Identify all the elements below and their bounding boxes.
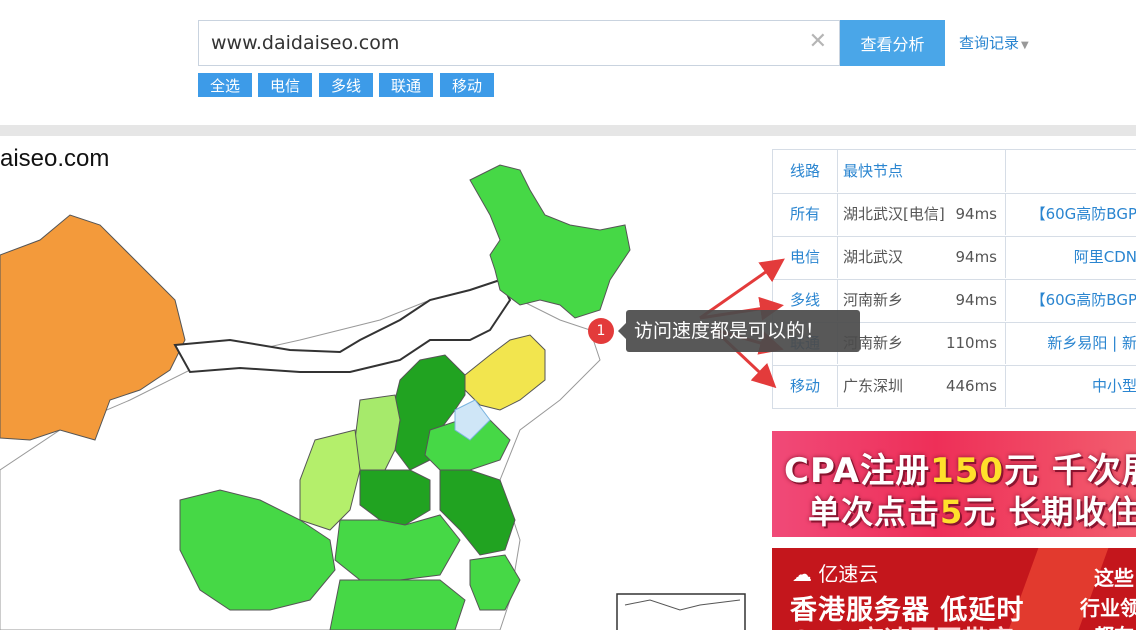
china-speed-map bbox=[0, 164, 746, 630]
row-node: 湖北武汉 bbox=[843, 248, 904, 266]
chevron-down-icon: ▼ bbox=[1021, 40, 1029, 51]
header-line: 线路 bbox=[773, 150, 838, 192]
yisu-side-text: 行业领 bbox=[1080, 596, 1136, 620]
row-latency: 110ms bbox=[945, 334, 997, 352]
yisu-headline-2: CN2 高速回国带宽 bbox=[790, 620, 1014, 630]
cpa-ad-text: 元 长期收住 bbox=[963, 493, 1136, 531]
row-line-label[interactable]: 移动 bbox=[773, 365, 838, 407]
row-ad-link[interactable]: 【60G高防BGP bbox=[1011, 193, 1136, 235]
column-divider bbox=[1005, 193, 1006, 235]
column-divider bbox=[1005, 365, 1006, 407]
row-line-label[interactable]: 所有 bbox=[773, 193, 838, 235]
cpa-ad-text: 单次点击 bbox=[808, 493, 941, 531]
table-header-row: 线路 最快节点 bbox=[773, 150, 1136, 194]
map-inset-frame bbox=[616, 593, 746, 630]
header-fastest: 最快节点 bbox=[843, 162, 904, 180]
cpa-ad-banner[interactable]: CPA注册150元 千次展 单次点击5元 长期收住 bbox=[772, 431, 1136, 537]
cloud-logo-icon: ☁ bbox=[792, 562, 812, 586]
yisu-brand: ☁ 亿速云 bbox=[792, 558, 878, 587]
row-latency: 94ms bbox=[955, 291, 997, 309]
row-latency: 446ms bbox=[945, 377, 997, 395]
cpa-ad-text: 元 千次展 bbox=[1004, 451, 1136, 491]
history-dropdown[interactable]: 查询记录 ▼ bbox=[959, 32, 1029, 53]
column-divider bbox=[1005, 322, 1006, 364]
yisu-side-text: 这些 bbox=[1094, 566, 1134, 590]
filter-unicom-button[interactable]: 联通 bbox=[379, 73, 433, 97]
annotation-tooltip: 访问速度都是可以的！ bbox=[618, 310, 860, 352]
row-latency: 94ms bbox=[955, 248, 997, 266]
yisu-ad-banner[interactable]: ☁ 亿速云 香港服务器 低延时 CN2 高速回国带宽 这些 行业领 都在 bbox=[772, 548, 1136, 630]
row-node: 湖北武汉[电信] bbox=[843, 205, 945, 223]
filter-telecom-button[interactable]: 电信 bbox=[258, 73, 312, 97]
row-ad-link[interactable]: 【60G高防BGP bbox=[1011, 279, 1136, 321]
cpa-ad-number: 150 bbox=[930, 451, 1005, 491]
map-region-hubei bbox=[334, 514, 461, 581]
column-divider bbox=[1005, 236, 1006, 278]
search-input[interactable] bbox=[199, 21, 799, 65]
analyze-button[interactable]: 查看分析 bbox=[840, 20, 945, 66]
row-latency: 94ms bbox=[955, 205, 997, 223]
history-label: 查询记录 bbox=[959, 34, 1020, 52]
cpa-ad-text: CPA注册 bbox=[784, 451, 931, 491]
filter-multiline-button[interactable]: 多线 bbox=[319, 73, 373, 97]
annotation-badge: 1 bbox=[588, 318, 614, 344]
cpa-ad-number: 5 bbox=[940, 493, 964, 531]
map-region-hunan bbox=[329, 579, 466, 630]
map-title: aiseo.com bbox=[0, 145, 110, 172]
table-row: 移动 广东深圳 446ms 中小型 bbox=[773, 365, 1136, 409]
table-row: 所有 湖北武汉[电信] 94ms 【60G高防BGP bbox=[773, 193, 1136, 237]
section-divider bbox=[0, 125, 1136, 136]
column-divider bbox=[1005, 279, 1006, 321]
yisu-brand-text: 亿速云 bbox=[818, 562, 879, 586]
filter-all-button[interactable]: 全选 bbox=[198, 73, 252, 97]
yisu-side-text: 都在 bbox=[1094, 620, 1134, 630]
row-node: 广东深圳 bbox=[843, 377, 904, 395]
filter-mobile-button[interactable]: 移动 bbox=[440, 73, 494, 97]
result-table: 线路 最快节点 所有 湖北武汉[电信] 94ms 【60G高防BGP 电信 湖北… bbox=[772, 149, 1136, 409]
table-row: 电信 湖北武汉 94ms 阿里CDN bbox=[773, 236, 1136, 280]
close-icon[interactable]: ✕ bbox=[809, 29, 827, 55]
cpa-ad-line1: CPA注册150元 千次展 bbox=[784, 443, 1136, 492]
row-ad-link[interactable]: 新乡易阳 | 新 bbox=[1011, 322, 1136, 364]
column-divider bbox=[1005, 150, 1006, 192]
cpa-ad-line2: 单次点击5元 长期收住 bbox=[808, 487, 1136, 533]
search-box: ✕ bbox=[198, 20, 840, 66]
row-ad-link[interactable]: 中小型 bbox=[1011, 365, 1136, 407]
row-ad-link[interactable]: 阿里CDN bbox=[1011, 236, 1136, 278]
row-line-label[interactable]: 电信 bbox=[773, 236, 838, 278]
